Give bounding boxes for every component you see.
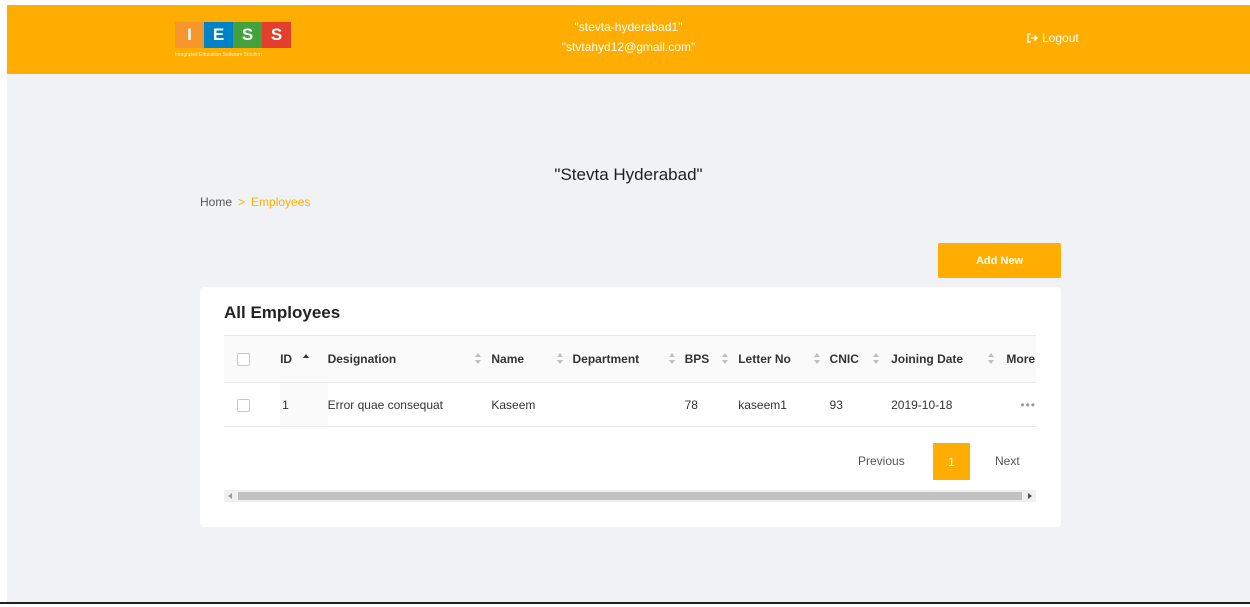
- scroll-right-icon[interactable]: [1028, 493, 1032, 499]
- column-label: Department: [572, 352, 640, 366]
- top-header: I E S S Integrated Education Software So…: [7, 5, 1250, 74]
- column-label: Letter No: [738, 352, 791, 366]
- sort-icon: [556, 353, 565, 365]
- cell-cnic: 93: [821, 382, 882, 427]
- cell-letter-no: kaseem1: [730, 382, 822, 427]
- employees-card: All Employees ID Designation Name Depart…: [200, 287, 1061, 527]
- scroll-left-icon[interactable]: [228, 493, 232, 499]
- column-label: More: [1006, 352, 1036, 366]
- cell-id: 1: [280, 382, 328, 427]
- breadcrumb-separator: >: [238, 195, 246, 209]
- page: I E S S Integrated Education Software So…: [7, 5, 1250, 602]
- logout-button[interactable]: Logout: [1027, 31, 1079, 45]
- sort-icon: [873, 353, 881, 365]
- sort-icon: [303, 353, 311, 366]
- column-label: ID: [280, 352, 293, 366]
- column-header-more: More: [996, 335, 1036, 383]
- add-new-button[interactable]: Add New: [938, 243, 1061, 278]
- card-title: All Employees: [224, 303, 341, 322]
- cell-more: •••: [996, 382, 1036, 427]
- bottom-border: [0, 602, 1250, 604]
- column-header-bps[interactable]: BPS: [676, 335, 731, 383]
- cell-bps: 78: [676, 382, 731, 427]
- cell-department: [564, 382, 677, 427]
- table-row[interactable]: 1 Error quae consequat Kaseem 78 kaseem1…: [224, 382, 1036, 427]
- column-header-designation[interactable]: Designation: [327, 335, 484, 383]
- row-select-cell: [224, 382, 281, 427]
- previous-page-button[interactable]: Previous: [858, 454, 905, 468]
- breadcrumb: Home > Employees: [200, 195, 310, 209]
- column-label: Designation: [327, 352, 397, 366]
- more-options-icon[interactable]: •••: [1020, 398, 1036, 412]
- next-page-button[interactable]: Next: [995, 454, 1020, 468]
- select-all-checkbox[interactable]: [237, 353, 250, 367]
- pagination: Previous 1 Next: [200, 443, 1061, 480]
- cell-joining-date: 2019-10-18: [881, 382, 997, 427]
- select-all-cell: [224, 335, 281, 383]
- horizontal-scrollbar[interactable]: [224, 490, 1036, 502]
- column-label: BPS: [684, 352, 710, 366]
- sort-icon: [813, 353, 822, 365]
- breadcrumb-current: Employees: [251, 195, 311, 209]
- cell-designation: Error quae consequat: [327, 382, 484, 427]
- sort-icon: [722, 353, 730, 365]
- employees-table: ID Designation Name Department BPS Lette…: [224, 335, 1036, 427]
- page-number-button[interactable]: 1: [933, 443, 970, 480]
- column-label: CNIC: [829, 352, 859, 366]
- column-header-joining-date[interactable]: Joining Date: [881, 335, 997, 383]
- column-header-department[interactable]: Department: [564, 335, 677, 383]
- column-label: Joining Date: [891, 352, 964, 366]
- column-header-letter-no[interactable]: Letter No: [730, 335, 822, 383]
- row-checkbox[interactable]: [237, 398, 250, 412]
- school-title: "Stevta Hyderabad": [554, 165, 703, 184]
- cell-name: Kaseem: [483, 382, 565, 427]
- logout-icon: [1027, 33, 1038, 43]
- sort-icon: [668, 353, 677, 365]
- column-label: Name: [491, 352, 525, 366]
- sort-icon: [475, 353, 483, 365]
- logout-label: Logout: [1042, 31, 1079, 45]
- column-header-cnic[interactable]: CNIC: [821, 335, 882, 383]
- column-header-name[interactable]: Name: [483, 335, 565, 383]
- scrollbar-thumb[interactable]: [238, 492, 1022, 500]
- breadcrumb-home[interactable]: Home: [200, 195, 232, 209]
- table-header-row: ID Designation Name Department BPS Lette…: [224, 335, 1036, 383]
- column-header-id[interactable]: ID: [280, 335, 328, 383]
- sort-icon: [988, 353, 996, 365]
